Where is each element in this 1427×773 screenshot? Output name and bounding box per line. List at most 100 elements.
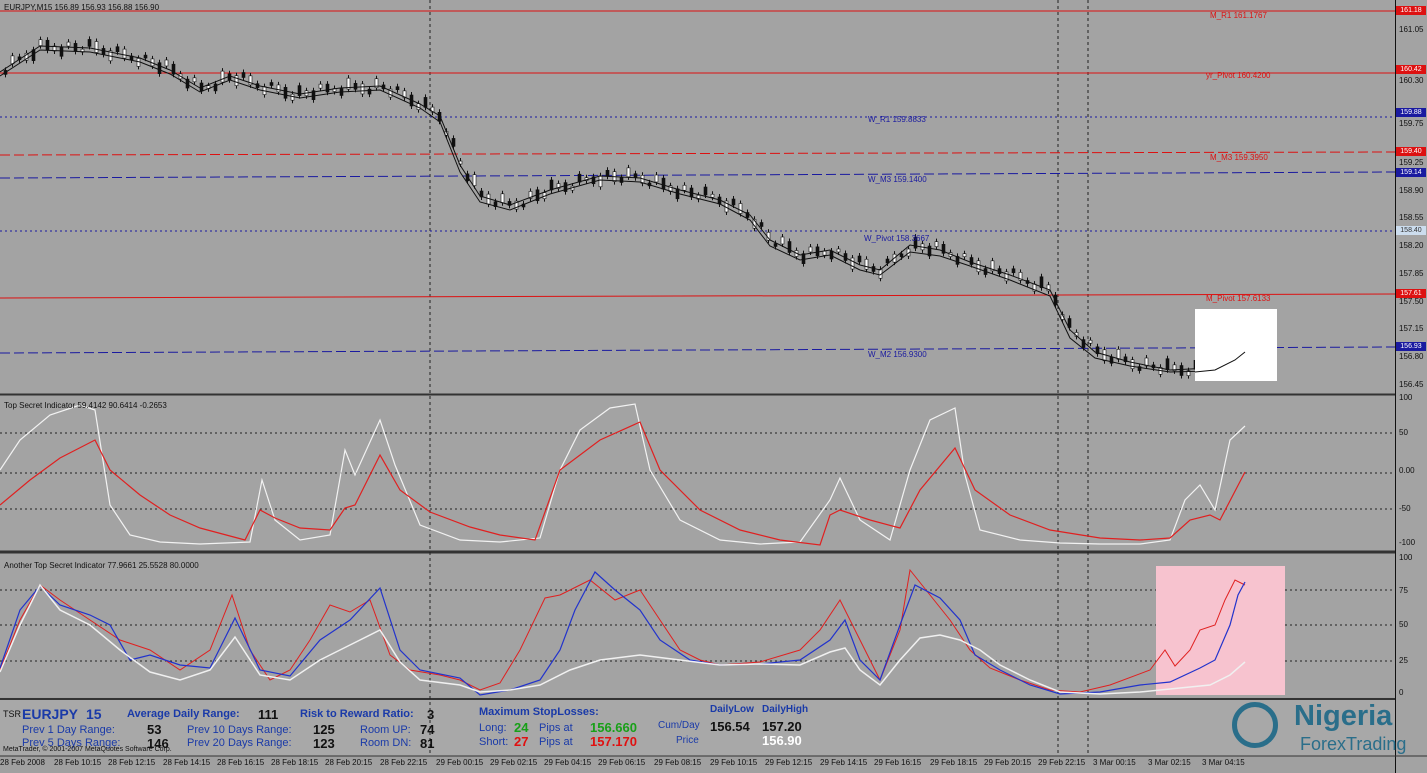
ind2-y-tick: 100 xyxy=(1399,553,1413,562)
x-tick: 3 Mar 00:15 xyxy=(1093,758,1136,767)
candle-body xyxy=(500,193,505,204)
candle-body xyxy=(157,62,162,75)
symbol-label: EURJPY xyxy=(22,706,79,722)
candle-body xyxy=(395,86,400,90)
candle-body xyxy=(115,46,120,53)
candle-body xyxy=(626,167,631,178)
main-y-tick: 156.45 xyxy=(1399,380,1424,389)
cur-day-label: Cum/Day xyxy=(658,720,700,731)
main-y-tick: 157.50 xyxy=(1399,297,1424,306)
level-label-m-pivot: M_Pivot 157.6133 xyxy=(1206,294,1271,303)
candle-body xyxy=(633,173,638,178)
candle-body xyxy=(1011,268,1016,274)
price-tag-w-m2: 156.93 xyxy=(1396,342,1426,351)
room-dn-label: Room DN: xyxy=(360,737,412,749)
moving-average-line xyxy=(0,45,1246,371)
main-chart-title: EURJPY,M15 156.89 156.93 156.88 156.90 xyxy=(4,3,160,12)
ind1-y-tick: 100 xyxy=(1399,393,1413,402)
candle-body xyxy=(276,84,281,93)
candle-body xyxy=(962,253,967,257)
x-tick: 28 Feb 12:15 xyxy=(108,758,156,767)
rr-label: Risk to Reward Ratio: xyxy=(300,708,414,720)
x-tick: 29 Feb 16:15 xyxy=(874,758,922,767)
candle-body xyxy=(367,88,372,95)
main-y-tick: 157.15 xyxy=(1399,324,1424,333)
candle-body xyxy=(234,75,239,86)
x-tick: 28 Feb 22:15 xyxy=(380,758,428,767)
room-dn-value: 81 xyxy=(420,736,435,751)
candle-body xyxy=(598,175,603,188)
adr-label: Average Daily Range: xyxy=(127,708,240,720)
x-tick: 29 Feb 12:15 xyxy=(765,758,813,767)
candle-body xyxy=(87,39,92,47)
x-tick: 28 Feb 10:15 xyxy=(54,758,102,767)
level-label-w-pivot: W_Pivot 158.3667 xyxy=(864,234,930,243)
prev20-label: Prev 20 Days Range: xyxy=(187,737,292,749)
candle-body xyxy=(353,83,358,90)
room-up-label: Room UP: xyxy=(360,724,411,736)
candle-body xyxy=(710,193,715,198)
watermark-title: Nigeria xyxy=(1294,700,1393,732)
candle-body xyxy=(122,48,127,59)
x-tick: 29 Feb 20:15 xyxy=(984,758,1032,767)
price-tag-w-r1: 159.88 xyxy=(1396,108,1426,117)
candle-body xyxy=(738,203,743,214)
tsr-label: TSR xyxy=(3,709,21,719)
level-label-m-m3: M_M3 159.3950 xyxy=(1210,153,1268,162)
candle-body xyxy=(45,39,50,51)
x-tick: 3 Mar 02:15 xyxy=(1148,758,1191,767)
x-tick: 3 Mar 04:15 xyxy=(1202,758,1245,767)
max-sl-label: Maximum StopLosses: xyxy=(479,706,599,718)
level-label-w-m3: W_M3 159.1400 xyxy=(868,175,927,184)
price-label: Price xyxy=(676,735,699,746)
candle-body xyxy=(1116,348,1121,360)
ind2-y-tick: 50 xyxy=(1399,620,1408,629)
x-tick: 28 Feb 18:15 xyxy=(271,758,319,767)
level-label-yr-pivot: yr_Pivot 160.4200 xyxy=(1206,71,1271,80)
short-value: 27 xyxy=(514,734,529,749)
candle-body xyxy=(654,174,659,183)
x-tick: 28 Feb 16:15 xyxy=(217,758,265,767)
candle-body xyxy=(787,241,792,253)
candle-body xyxy=(815,246,820,257)
x-tick: 29 Feb 08:15 xyxy=(654,758,702,767)
candle-body xyxy=(220,70,225,83)
candle-body xyxy=(241,72,246,78)
candle-body xyxy=(864,258,869,270)
level-label-m-r1: M_R1 161.1767 xyxy=(1210,11,1267,20)
ind2-y-tick: 75 xyxy=(1399,586,1408,595)
candle-body xyxy=(850,257,855,270)
short-pips-at-label: Pips at xyxy=(539,736,573,748)
logo-circle-icon xyxy=(1232,702,1278,748)
indicator2-title: Another Top Secret Indicator 77.9661 25.… xyxy=(4,561,199,570)
ind1-y-tick: 0.00 xyxy=(1399,466,1415,475)
candle-body xyxy=(619,177,624,183)
price-tag-w-m3: 159.14 xyxy=(1396,168,1426,177)
candle-body xyxy=(472,174,477,186)
long-label: Long: xyxy=(479,722,507,734)
candle-body xyxy=(283,87,288,99)
price-tag-yr-pivot: 160.42 xyxy=(1396,65,1426,74)
timeframe-label: 15 xyxy=(86,706,102,722)
main-y-tick: 157.85 xyxy=(1399,269,1424,278)
adr-value: 111 xyxy=(258,707,279,722)
candle-body xyxy=(703,186,708,196)
watermark-subtitle: ForexTrading xyxy=(1300,734,1407,754)
prev10-label: Prev 10 Days Range: xyxy=(187,724,292,736)
price-tag-m-m3: 159.40 xyxy=(1396,147,1426,156)
candle-body xyxy=(899,253,904,258)
candle-body xyxy=(325,83,330,93)
candle-body xyxy=(192,77,197,83)
candle-body xyxy=(1179,365,1184,376)
current-price-value: 156.90 xyxy=(762,733,802,748)
x-tick: 28 Feb 14:15 xyxy=(163,758,211,767)
x-tick: 29 Feb 02:15 xyxy=(490,758,538,767)
long-value: 24 xyxy=(514,720,529,735)
x-tick: 28 Feb 20:15 xyxy=(325,758,373,767)
candle-body xyxy=(360,83,365,95)
candle-body xyxy=(808,246,813,253)
candle-body xyxy=(976,260,981,273)
x-tick: 29 Feb 22:15 xyxy=(1038,758,1086,767)
candle-body xyxy=(1165,358,1170,371)
short-pips-at-value: 157.170 xyxy=(590,734,637,749)
